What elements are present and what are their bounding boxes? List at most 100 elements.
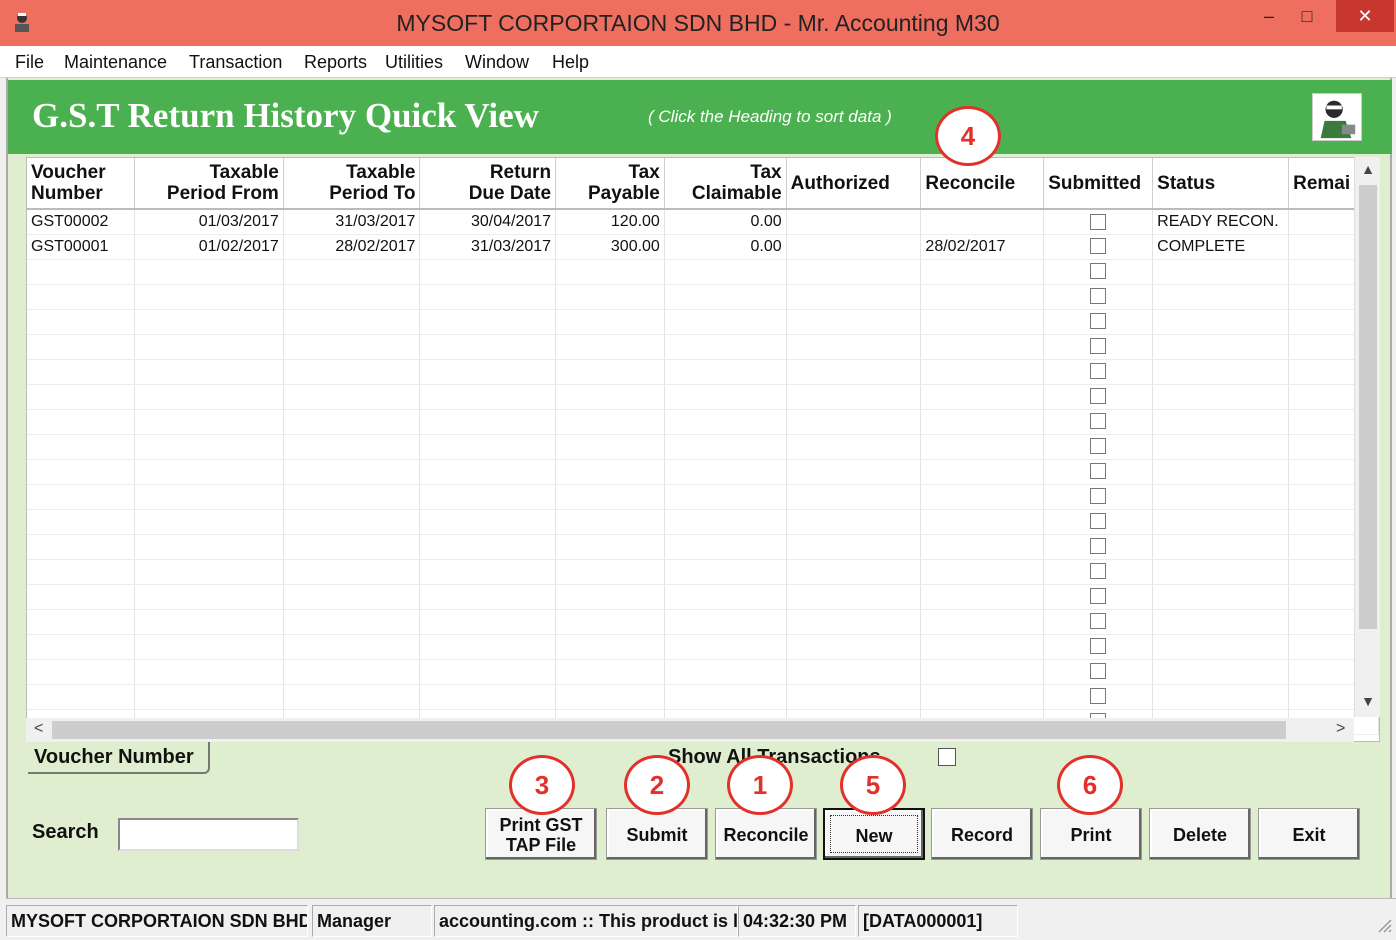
menu-maintenance[interactable]: Maintenance: [64, 52, 167, 73]
search-input[interactable]: [118, 818, 299, 851]
column-header-submitted[interactable]: Submitted: [1043, 158, 1154, 210]
cell-authorized: [786, 609, 922, 635]
cell-status: [1152, 384, 1290, 410]
table-row[interactable]: [27, 434, 1379, 460]
column-header-authorized[interactable]: Authorized: [786, 158, 922, 210]
submitted-checkbox[interactable]: [1090, 488, 1107, 505]
gst-return-grid[interactable]: Voucher Number Taxable Period From Taxable Pe…: [26, 157, 1380, 742]
vertical-scroll-thumb[interactable]: [1359, 185, 1377, 629]
resize-grip-icon[interactable]: [1376, 917, 1392, 933]
cell-status: [1152, 334, 1290, 360]
table-row[interactable]: [27, 359, 1379, 385]
table-row[interactable]: GST00002 01/03/2017 31/03/2017 30/04/2017 12…: [27, 209, 1379, 235]
column-header-return-due-date[interactable]: Return Due Date: [419, 158, 557, 210]
submitted-checkbox[interactable]: [1090, 538, 1107, 555]
submitted-checkbox[interactable]: [1090, 438, 1107, 455]
record-button[interactable]: Record: [931, 808, 1033, 860]
cell-authorized: [786, 259, 922, 285]
column-header-tax-payable[interactable]: Tax Payable: [555, 158, 665, 210]
vertical-scrollbar[interactable]: ▲ ▼: [1354, 157, 1380, 717]
column-header-status[interactable]: Status: [1152, 158, 1290, 210]
cell-tax-claimable: [664, 534, 787, 560]
cell-voucher-number: [27, 384, 136, 410]
menu-transaction[interactable]: Transaction: [189, 52, 282, 73]
column-header-voucher-number[interactable]: Voucher Number: [27, 158, 136, 210]
submitted-checkbox[interactable]: [1090, 463, 1107, 480]
cell-tax-payable: [555, 684, 665, 710]
cell-tax-claimable: [664, 259, 787, 285]
menu-bar: File Maintenance Transaction Reports Uti…: [0, 46, 1396, 78]
table-row[interactable]: [27, 384, 1379, 410]
scroll-down-arrow-icon[interactable]: ▼: [1355, 693, 1381, 709]
cell-reconcile: [920, 309, 1045, 335]
submitted-checkbox[interactable]: [1090, 238, 1107, 255]
submitted-checkbox[interactable]: [1090, 338, 1107, 355]
exit-button[interactable]: Exit: [1258, 808, 1360, 860]
table-row[interactable]: [27, 634, 1379, 660]
print-gst-tap-file-button[interactable]: Print GST TAP File: [485, 808, 597, 860]
column-header-taxable-period-from[interactable]: Taxable Period From: [134, 158, 284, 210]
submitted-checkbox[interactable]: [1090, 613, 1107, 630]
submitted-checkbox[interactable]: [1090, 638, 1107, 655]
submitted-checkbox[interactable]: [1090, 413, 1107, 430]
submitted-checkbox[interactable]: [1090, 563, 1107, 580]
table-row[interactable]: GST00001 01/02/2017 28/02/2017 31/03/2017 30…: [27, 234, 1379, 260]
cell-tax-claimable: [664, 509, 787, 535]
submitted-checkbox[interactable]: [1090, 588, 1107, 605]
table-row[interactable]: [27, 584, 1379, 610]
maximize-button[interactable]: □: [1284, 0, 1330, 32]
submitted-checkbox[interactable]: [1090, 363, 1107, 380]
column-header-label: Payable: [588, 183, 660, 204]
new-button[interactable]: New: [823, 808, 925, 860]
cell-taxable-period-to: [283, 534, 421, 560]
horizontal-scrollbar[interactable]: < >: [26, 718, 1354, 742]
menu-reports[interactable]: Reports: [304, 52, 367, 73]
table-row[interactable]: [27, 534, 1379, 560]
delete-button[interactable]: Delete: [1149, 808, 1251, 860]
cell-taxable-period-to: [283, 434, 421, 460]
horizontal-scroll-thumb[interactable]: [52, 721, 1286, 739]
close-button[interactable]: ✕: [1336, 0, 1394, 32]
menu-file[interactable]: File: [15, 52, 44, 73]
submitted-checkbox[interactable]: [1090, 388, 1107, 405]
table-row[interactable]: [27, 309, 1379, 335]
column-header-taxable-period-to[interactable]: Taxable Period To: [283, 158, 421, 210]
print-button[interactable]: Print: [1040, 808, 1142, 860]
table-row[interactable]: [27, 259, 1379, 285]
submit-button[interactable]: Submit: [606, 808, 708, 860]
table-row[interactable]: [27, 484, 1379, 510]
submitted-checkbox[interactable]: [1090, 688, 1107, 705]
cell-tax-payable: [555, 459, 665, 485]
scroll-right-arrow-icon[interactable]: >: [1336, 720, 1345, 738]
menu-help[interactable]: Help: [552, 52, 589, 73]
cell-status: [1152, 284, 1290, 310]
submitted-checkbox[interactable]: [1090, 288, 1107, 305]
table-row[interactable]: [27, 509, 1379, 535]
submitted-checkbox[interactable]: [1090, 313, 1107, 330]
sort-tab-voucher-number[interactable]: Voucher Number: [28, 742, 210, 774]
submitted-checkbox[interactable]: [1090, 513, 1107, 530]
menu-window[interactable]: Window: [465, 52, 529, 73]
submitted-checkbox[interactable]: [1090, 263, 1107, 280]
cell-tax-payable: [555, 309, 665, 335]
table-row[interactable]: [27, 334, 1379, 360]
table-row[interactable]: [27, 459, 1379, 485]
column-header-reconcile[interactable]: Reconcile: [920, 158, 1045, 210]
cell-tax-claimable: 0.00: [664, 234, 787, 260]
print-button-label: Print: [1070, 825, 1112, 845]
table-row[interactable]: [27, 609, 1379, 635]
cell-taxable-period-from: [134, 309, 284, 335]
column-header-tax-claimable[interactable]: Tax Claimable: [664, 158, 787, 210]
show-all-transactions-checkbox[interactable]: [938, 748, 956, 766]
submitted-checkbox[interactable]: [1090, 663, 1107, 680]
scroll-up-arrow-icon[interactable]: ▲: [1355, 161, 1381, 177]
table-row[interactable]: [27, 659, 1379, 685]
table-row[interactable]: [27, 684, 1379, 710]
reconcile-button[interactable]: Reconcile: [715, 808, 817, 860]
submitted-checkbox[interactable]: [1090, 213, 1107, 230]
table-row[interactable]: [27, 284, 1379, 310]
table-row[interactable]: [27, 409, 1379, 435]
menu-utilities[interactable]: Utilities: [385, 52, 443, 73]
table-row[interactable]: [27, 559, 1379, 585]
scroll-left-arrow-icon[interactable]: <: [34, 720, 43, 738]
